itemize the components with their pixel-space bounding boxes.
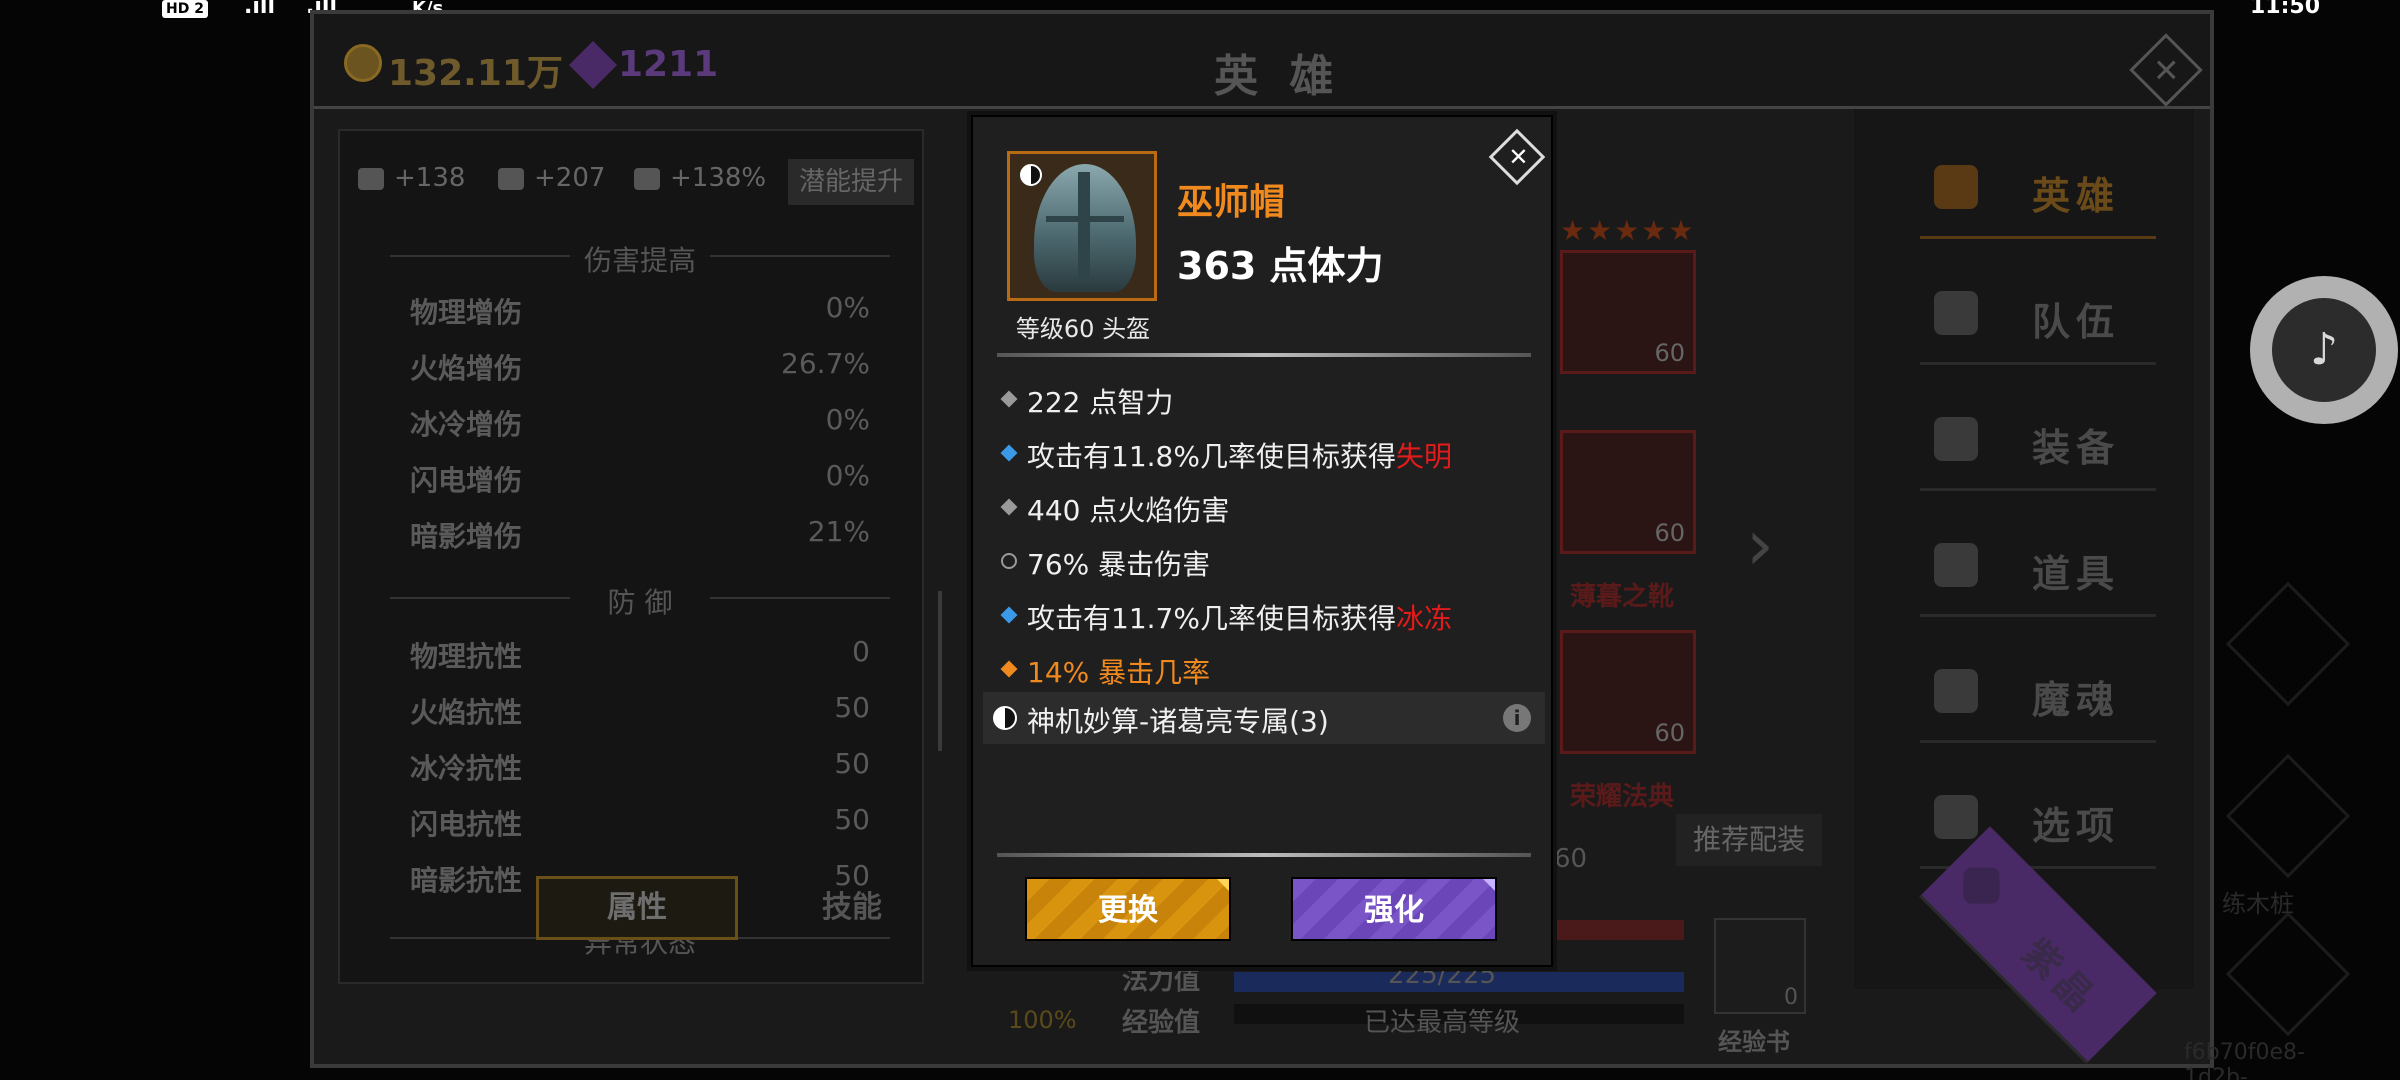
divider xyxy=(997,353,1531,357)
helmet-icon xyxy=(1034,164,1136,292)
attr-row: 冰冷抗性 50 xyxy=(410,747,870,785)
tab-attributes[interactable]: 属性 xyxy=(536,876,738,940)
tab-skills[interactable]: 技能 xyxy=(802,876,902,940)
crystal-amount: 1211 xyxy=(618,44,719,85)
attr-row: 火焰抗性 50 xyxy=(410,691,870,729)
attr-row: 物理抗性 0 xyxy=(410,635,870,673)
item-detail-popup: 等级60 头盔 巫师帽 363 点体力 ✕ 222 点智力 攻击有11.8%几率… xyxy=(971,115,1553,967)
side-decor xyxy=(2225,581,2351,707)
bag-icon xyxy=(1934,543,1978,587)
attr-row: 冰冷增伤 0% xyxy=(410,403,870,441)
gold-amount: 132.11万 xyxy=(388,53,563,94)
floating-app-bubble[interactable]: ♪ xyxy=(2250,276,2398,424)
menu-item-items[interactable]: 道具 xyxy=(1920,517,2156,617)
lightning-icon xyxy=(634,167,660,190)
gold-coin-icon xyxy=(344,44,382,82)
training-dummy-label: 练木桩 xyxy=(2222,890,2294,918)
strength-bonus: +138 xyxy=(358,163,465,193)
book-name: 荣耀法典 xyxy=(1570,782,1675,812)
clock: 11:50 xyxy=(2250,0,2321,19)
set-bonus-row[interactable]: 神机妙算-诸葛亮专属(3) i xyxy=(983,692,1545,744)
affix-row: 440 点火焰伤害 xyxy=(993,483,1533,535)
affix-row: 攻击有11.7%几率使目标获得冰冻 xyxy=(993,591,1533,643)
attr-row: 火焰增伤 26.7% xyxy=(410,347,870,385)
item-icon-frame xyxy=(1007,151,1157,301)
item-level-slot: 等级60 头盔 xyxy=(1015,315,1151,343)
attr-row: 闪电增伤 0% xyxy=(410,459,870,497)
tiktok-icon: ♪ xyxy=(2272,298,2376,402)
yinyang-icon xyxy=(1020,164,1042,186)
exp-value: 已达最高等级 xyxy=(1364,1008,1521,1038)
top-bar: 132.11万 1211 英 雄 ✕ xyxy=(314,14,2210,109)
flame-icon xyxy=(1934,669,1978,713)
gear-icon xyxy=(1934,795,1978,839)
partial-level: 60 xyxy=(1554,844,1588,874)
enhance-button[interactable]: 强化 xyxy=(1291,877,1497,941)
affix-row: 222 点智力 xyxy=(993,375,1533,427)
boots-name: 薄暮之靴 xyxy=(1570,582,1675,612)
equip-slot-weapon[interactable]: 60 xyxy=(1560,250,1696,374)
popup-close-button[interactable]: ✕ xyxy=(1488,128,1546,186)
affix-row: 攻击有11.8%几率使目标获得失明 xyxy=(993,429,1533,481)
menu-item-team[interactable]: 队伍 xyxy=(1920,265,2156,365)
attr-row: 物理增伤 0% xyxy=(410,291,870,329)
close-icon: ✕ xyxy=(1508,143,1529,172)
signal-icon: .ıll xyxy=(244,0,275,19)
right-menu: 英雄 队伍 装备 道具 魔魂 选项 紫晶 xyxy=(1854,109,2194,1064)
recommend-build-button[interactable]: 推荐配装 xyxy=(1676,814,1822,866)
menu-item-souls[interactable]: 魔魂 xyxy=(1920,643,2156,743)
heart-icon xyxy=(498,167,524,190)
diamond-marker-icon xyxy=(1000,498,1018,516)
info-icon[interactable]: i xyxy=(1503,704,1531,732)
yinyang-icon xyxy=(993,706,1017,730)
crystal-icon xyxy=(1963,867,2000,904)
strength-icon xyxy=(358,167,384,190)
menu-item-equipment[interactable]: 装备 xyxy=(1920,391,2156,491)
side-decor xyxy=(2225,753,2351,879)
window-close-button[interactable]: ✕ xyxy=(2129,33,2203,107)
close-icon: ✕ xyxy=(2152,51,2180,90)
attr-row: 暗影增伤 21% xyxy=(410,515,870,553)
replace-button[interactable]: 更换 xyxy=(1025,877,1231,941)
speed-bonus: +138% xyxy=(634,163,766,193)
menu-item-hero[interactable]: 英雄 xyxy=(1920,139,2156,239)
exp-book-slot[interactable]: 0 xyxy=(1714,918,1806,1014)
exp-label: 经验值 xyxy=(1122,1008,1201,1038)
potential-upgrade-button[interactable]: 潜能提升 xyxy=(788,159,914,205)
hd-badge: HD 2 xyxy=(162,0,208,18)
item-main-stat: 363 点体力 xyxy=(1177,244,1384,288)
item-name: 巫师帽 xyxy=(1177,182,1286,223)
diamond-marker-icon xyxy=(1000,660,1018,678)
next-hero-arrow-icon[interactable]: › xyxy=(1746,504,1774,586)
scrollbar[interactable] xyxy=(938,591,942,751)
section-defense: 防 御 xyxy=(390,581,890,619)
diamond-marker-icon xyxy=(1000,444,1018,462)
attribute-panel: +138 +207 +138% 潜能提升 伤害提高 物理增伤 0% 火焰增伤 26.… xyxy=(338,129,942,984)
affix-row: 76% 暴击伤害 xyxy=(993,537,1533,589)
equip-slot-boots[interactable]: 60 xyxy=(1560,430,1696,554)
user-id: f6b70f0e8-1d2b-484a-a89b xyxy=(2184,1040,2305,1080)
affix-row: 14% 暴击几率 xyxy=(993,645,1533,697)
flag-icon xyxy=(1934,291,1978,335)
crystal-icon xyxy=(568,40,618,90)
diamond-marker-icon xyxy=(1000,390,1018,408)
helmet-icon xyxy=(1934,417,1978,461)
health-bonus: +207 xyxy=(498,163,605,193)
divider xyxy=(997,853,1531,857)
bonus-stats: +138 +207 +138% 潜能提升 xyxy=(358,157,918,205)
percent-label: 100% xyxy=(1008,1006,1077,1034)
exp-book-label: 经验书 xyxy=(1718,1028,1790,1056)
users-icon xyxy=(1934,165,1978,209)
hero-stars: ★★★★★ xyxy=(1560,214,1696,247)
section-damage: 伤害提高 xyxy=(390,239,890,277)
side-decor xyxy=(2225,911,2351,1037)
diamond-marker-icon xyxy=(1000,606,1018,624)
reroll-icon xyxy=(1001,553,1017,569)
attr-row: 闪电抗性 50 xyxy=(410,803,870,841)
menu-item-options[interactable]: 选项 xyxy=(1920,769,2156,869)
equip-slot-book[interactable]: 60 xyxy=(1560,630,1696,754)
window-title: 英 雄 xyxy=(1214,51,1342,102)
